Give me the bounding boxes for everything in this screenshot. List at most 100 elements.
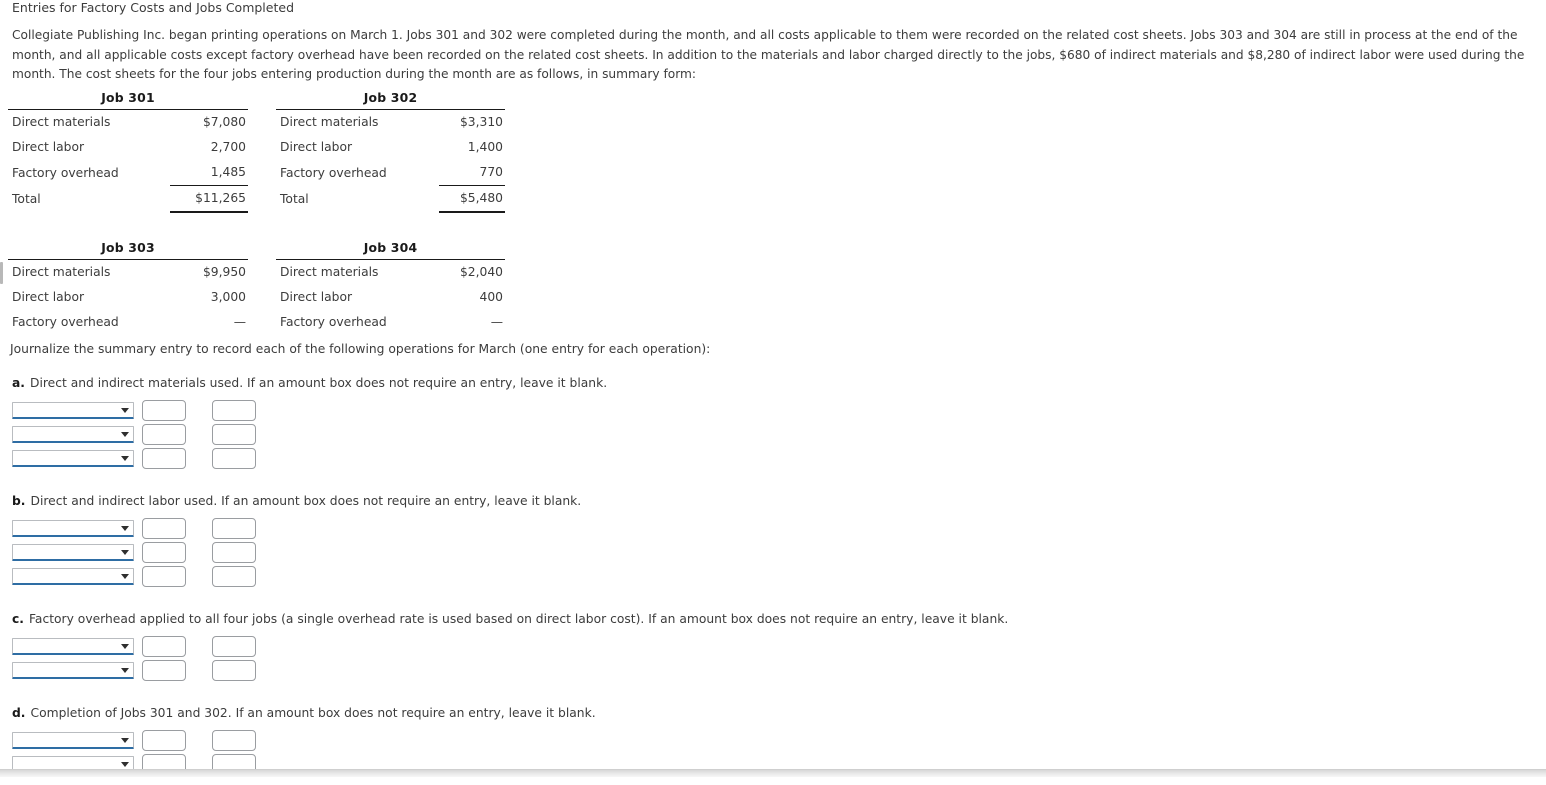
debit-amount-input[interactable] xyxy=(142,542,186,563)
account-select[interactable] xyxy=(12,568,134,585)
cost-label: Direct labor xyxy=(12,140,85,154)
job-title: Job 301 xyxy=(8,90,248,110)
cost-label: Factory overhead xyxy=(280,315,387,329)
requirement-text: Direct and indirect labor used. If an am… xyxy=(30,494,582,508)
table-row: Direct labor 1,400 xyxy=(276,135,505,160)
job-cost-sheets: Job 301 Direct materials $7,080 Direct l… xyxy=(0,90,540,340)
debit-amount-input[interactable] xyxy=(142,566,186,587)
table-row: Factory overhead 770 xyxy=(276,160,505,186)
cost-label: Factory overhead xyxy=(12,315,119,329)
debit-amount-input[interactable] xyxy=(142,448,186,469)
cost-label: Direct materials xyxy=(280,115,379,129)
debit-amount-input[interactable] xyxy=(142,400,186,421)
chevron-down-icon xyxy=(121,644,129,649)
total-label: Total xyxy=(280,192,309,206)
journal-entry-row xyxy=(12,518,581,539)
account-select[interactable] xyxy=(12,544,134,561)
job-cost-sheet-302: Job 302 Direct materials $3,310 Direct l… xyxy=(276,90,505,213)
account-select-value xyxy=(13,639,133,640)
debit-amount-input[interactable] xyxy=(142,424,186,445)
account-select[interactable] xyxy=(12,638,134,655)
cost-label: Direct labor xyxy=(280,290,353,304)
requirement-letter: b. xyxy=(12,494,26,508)
job-cost-table: Direct materials $9,950 Direct labor 3,0… xyxy=(8,260,248,335)
account-select-value xyxy=(13,569,133,570)
journal-entry-table-a xyxy=(12,400,607,469)
horizontal-scrollbar[interactable] xyxy=(0,769,1546,785)
debit-amount-input[interactable] xyxy=(142,660,186,681)
cost-amount: — xyxy=(233,315,246,329)
job-cost-sheet-row-2: Job 303 Direct materials $9,950 Direct l… xyxy=(0,240,540,340)
horizontal-scrollbar-track[interactable] xyxy=(0,770,1546,777)
account-select-value xyxy=(13,545,133,546)
account-select[interactable] xyxy=(12,426,134,443)
job-title: Job 304 xyxy=(276,240,505,260)
credit-amount-input[interactable] xyxy=(212,448,256,469)
cost-label: Direct labor xyxy=(12,290,85,304)
credit-amount-input[interactable] xyxy=(212,566,256,587)
total-amount: $11,265 xyxy=(170,185,248,213)
requirement-a-heading: a. Direct and indirect materials used. If… xyxy=(12,376,607,390)
table-row: Direct materials $9,950 xyxy=(8,260,248,285)
page-title: Entries for Factory Costs and Jobs Compl… xyxy=(12,0,295,15)
cost-amount: $9,950 xyxy=(202,265,246,279)
chevron-down-icon xyxy=(121,574,129,579)
journal-entry-row xyxy=(12,660,1008,681)
cost-amount: $7,080 xyxy=(202,115,246,129)
debit-amount-input[interactable] xyxy=(142,636,186,657)
table-row: Factory overhead 1,485 xyxy=(8,160,248,186)
table-row: Factory overhead — xyxy=(276,310,505,335)
total-amount: $5,480 xyxy=(438,185,505,213)
job-cost-sheet-row-1: Job 301 Direct materials $7,080 Direct l… xyxy=(0,90,540,240)
debit-amount-input[interactable] xyxy=(142,730,186,751)
requirement-a: a. Direct and indirect materials used. If… xyxy=(12,376,607,472)
credit-amount-input[interactable] xyxy=(212,518,256,539)
chevron-down-icon xyxy=(121,762,129,767)
account-select[interactable] xyxy=(12,402,134,419)
cost-amount: 1,485 xyxy=(210,165,246,179)
job-title: Job 303 xyxy=(8,240,248,260)
job-cost-sheet-301: Job 301 Direct materials $7,080 Direct l… xyxy=(8,90,248,213)
account-select-value xyxy=(13,663,133,664)
credit-amount-input[interactable] xyxy=(212,636,256,657)
cost-label: Direct labor xyxy=(280,140,353,154)
journalize-instruction: Journalize the summary entry to record e… xyxy=(10,342,711,356)
table-row-total: Total $11,265 xyxy=(8,185,248,213)
credit-amount-input[interactable] xyxy=(212,542,256,563)
job-cost-sheet-303: Job 303 Direct materials $9,950 Direct l… xyxy=(8,240,248,335)
requirement-d: d. Completion of Jobs 301 and 302. If an … xyxy=(12,706,596,778)
journal-entry-row xyxy=(12,400,607,421)
cost-amount: — xyxy=(490,315,503,329)
chevron-down-icon xyxy=(121,408,129,413)
journal-entry-row xyxy=(12,448,607,469)
journal-entry-row xyxy=(12,424,607,445)
credit-amount-input[interactable] xyxy=(212,660,256,681)
cost-amount: 1,400 xyxy=(467,140,503,154)
job-cost-table: Direct materials $2,040 Direct labor 400… xyxy=(276,260,505,335)
job-cost-table: Direct materials $7,080 Direct labor 2,7… xyxy=(8,110,248,213)
account-select[interactable] xyxy=(12,732,134,749)
debit-amount-input[interactable] xyxy=(142,518,186,539)
table-row: Direct labor 2,700 xyxy=(8,135,248,160)
exercise-page: Entries for Factory Costs and Jobs Compl… xyxy=(0,0,1546,785)
credit-amount-input[interactable] xyxy=(212,424,256,445)
credit-amount-input[interactable] xyxy=(212,730,256,751)
requirement-b: b. Direct and indirect labor used. If an … xyxy=(12,494,581,590)
table-row: Direct labor 3,000 xyxy=(8,285,248,310)
account-select[interactable] xyxy=(12,450,134,467)
journal-entry-table-b xyxy=(12,518,581,587)
requirement-b-heading: b. Direct and indirect labor used. If an … xyxy=(12,494,581,508)
credit-amount-input[interactable] xyxy=(212,400,256,421)
account-select[interactable] xyxy=(12,520,134,537)
requirement-text: Direct and indirect materials used. If a… xyxy=(29,376,608,390)
chevron-down-icon xyxy=(121,526,129,531)
table-row: Direct materials $7,080 xyxy=(8,110,248,135)
account-select-value xyxy=(13,451,133,452)
account-select-value xyxy=(13,521,133,522)
account-select[interactable] xyxy=(12,662,134,679)
chevron-down-icon xyxy=(121,456,129,461)
requirement-letter: d. xyxy=(12,706,26,720)
job-cost-table: Direct materials $3,310 Direct labor 1,4… xyxy=(276,110,505,213)
table-row: Direct materials $3,310 xyxy=(276,110,505,135)
chevron-down-icon xyxy=(121,550,129,555)
